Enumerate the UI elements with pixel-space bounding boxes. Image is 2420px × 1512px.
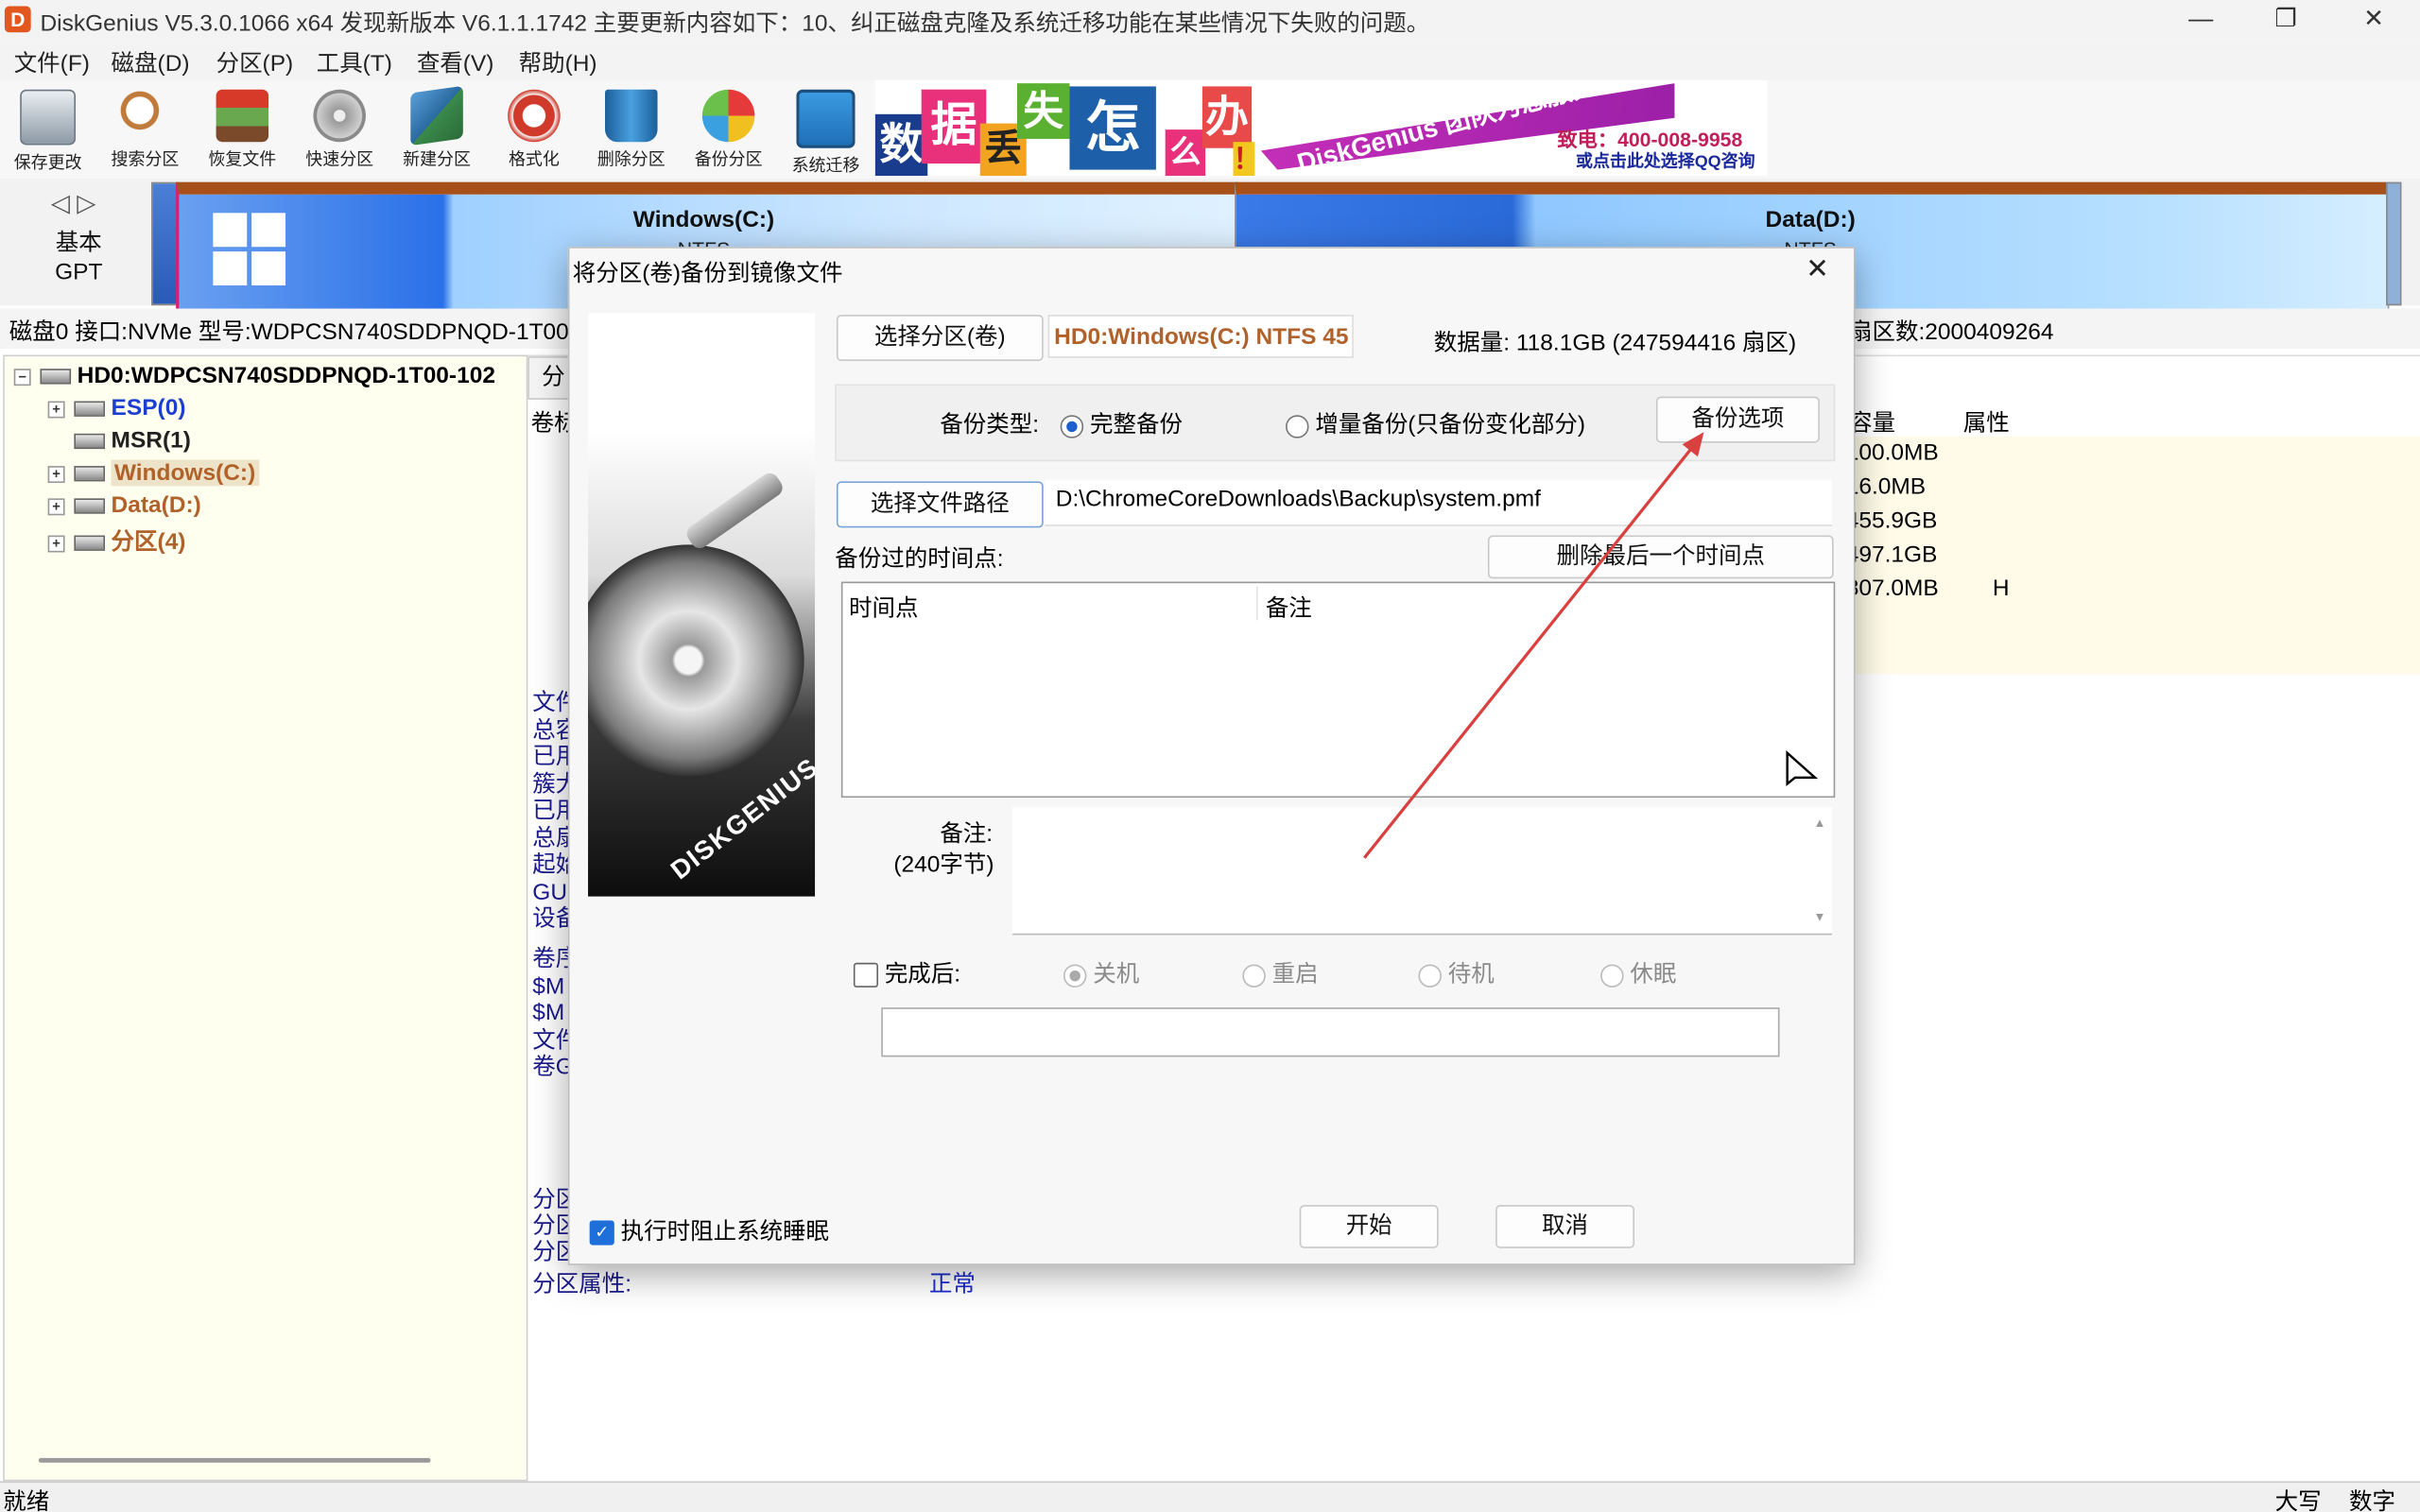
app-window: D DiskGenius V5.3.0.1066 x64 发现新版本 V6.1.…: [0, 0, 2420, 1512]
annotation-arrow-line: [1363, 443, 1696, 859]
annotation-arrowhead: [1682, 432, 1704, 457]
annotation-arrow-overlay: [1363, 432, 1704, 859]
mouse-cursor-icon: [1786, 750, 1819, 786]
